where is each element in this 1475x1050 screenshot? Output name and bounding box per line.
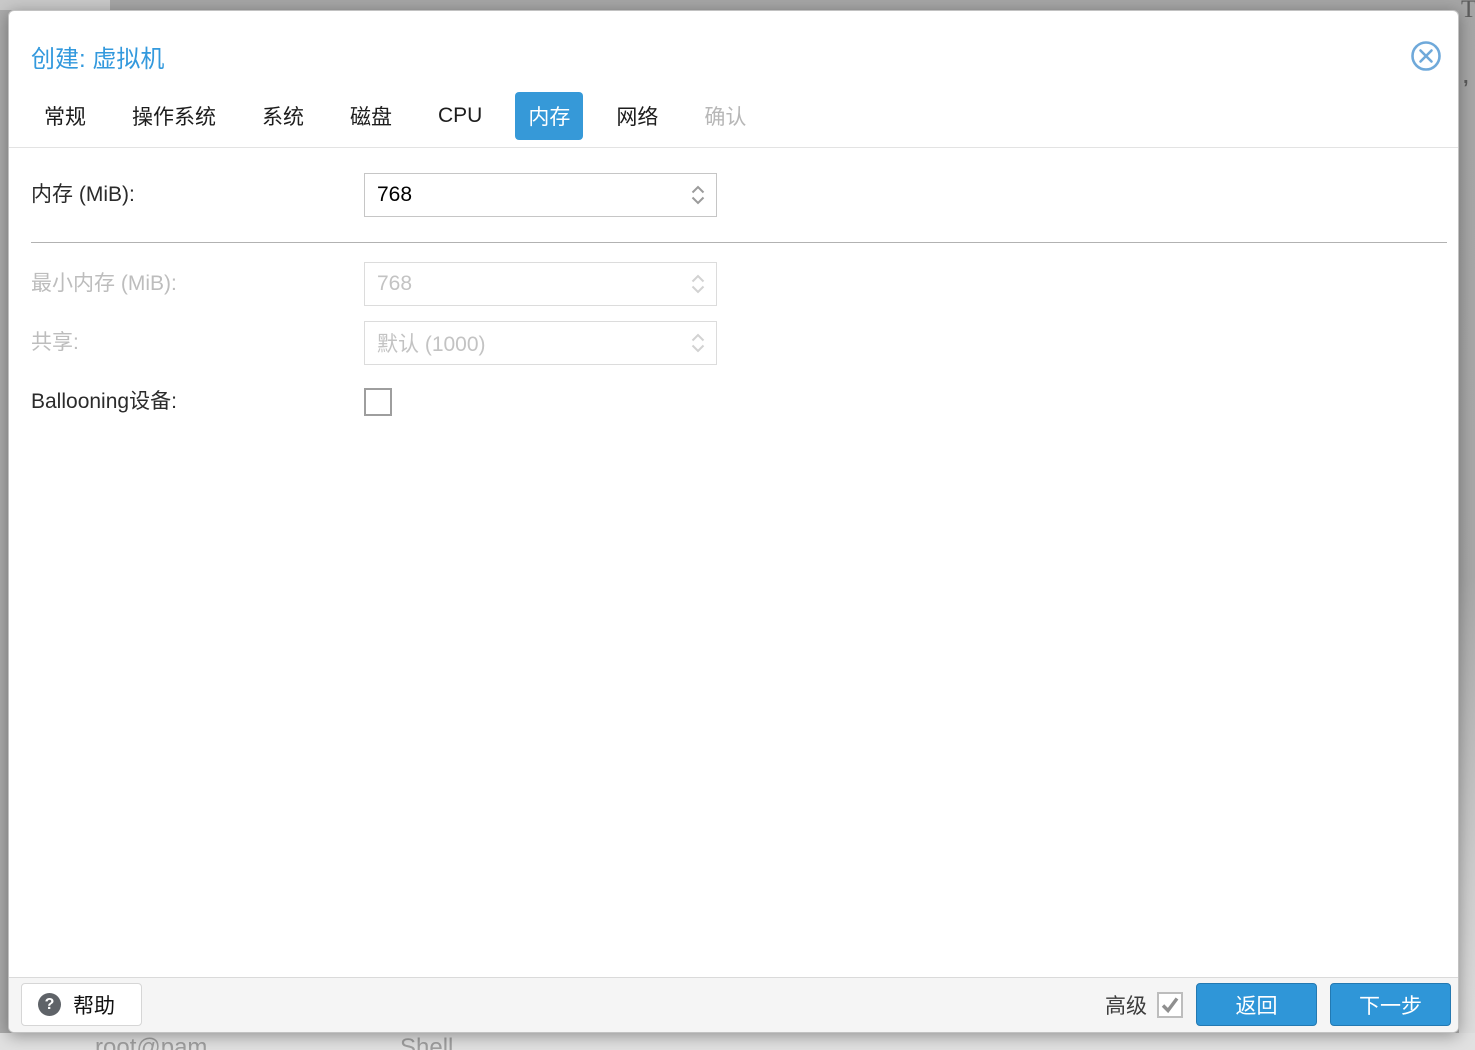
- backdrop-right-strip: [1459, 0, 1475, 1050]
- shares-input: [365, 322, 680, 364]
- memory-label: 内存 (MiB):: [31, 183, 135, 206]
- dialog-title: 创建: 虚拟机: [31, 46, 165, 73]
- shares-spinner-field: [364, 321, 717, 365]
- tab-system[interactable]: 系统: [249, 92, 317, 140]
- help-icon: ?: [38, 993, 61, 1016]
- spinner-down-icon: [691, 285, 705, 294]
- create-vm-dialog: 创建: 虚拟机 常规 操作系统 系统 磁盘 CPU 内存 网络 确认 内存 (M…: [8, 10, 1459, 1033]
- backdrop-text-fragment: ,: [1463, 66, 1469, 88]
- tab-general[interactable]: 常规: [31, 92, 99, 140]
- backdrop-shell-text: Shell: [400, 1034, 454, 1050]
- close-icon[interactable]: [1409, 39, 1443, 73]
- memory-input[interactable]: [365, 174, 680, 216]
- tab-disks[interactable]: 磁盘: [337, 92, 405, 140]
- checkmark-icon: [1161, 996, 1179, 1013]
- help-button-label: 帮助: [73, 994, 115, 1018]
- spinner-down-icon: [691, 344, 705, 353]
- memory-spinner-field: [364, 173, 717, 217]
- backdrop-username-text: root@pam: [95, 1034, 208, 1050]
- backdrop-top-strip: [0, 0, 1475, 10]
- advanced-checkbox[interactable]: [1157, 991, 1183, 1018]
- spinner-up-icon: [691, 274, 705, 283]
- ballooning-label: Ballooning设备:: [31, 390, 177, 413]
- spinner-up-icon: [691, 333, 705, 342]
- footer-actions: 高级 返回 下一步: [1105, 983, 1451, 1026]
- ballooning-checkbox[interactable]: [364, 388, 392, 416]
- backdrop-bottom-strip: root@pam Shell: [0, 1033, 1475, 1050]
- min-memory-label: 最小内存 (MiB):: [31, 272, 177, 295]
- tab-memory[interactable]: 内存: [515, 92, 584, 140]
- dialog-footer: ? 帮助 高级 返回 下一步: [9, 977, 1458, 1032]
- shares-spinner-buttons: [680, 322, 716, 364]
- min-memory-input: [365, 263, 680, 305]
- shares-label: 共享:: [31, 331, 79, 354]
- back-button[interactable]: 返回: [1196, 983, 1317, 1026]
- spinner-up-icon: [691, 185, 705, 194]
- backdrop-tab-fragment: [0, 0, 110, 10]
- spinner-down-icon: [691, 196, 705, 205]
- next-button[interactable]: 下一步: [1330, 983, 1451, 1026]
- advanced-label: 高级: [1105, 994, 1147, 1018]
- tab-cpu[interactable]: CPU: [425, 95, 495, 137]
- wizard-tabbar: 常规 操作系统 系统 磁盘 CPU 内存 网络 确认: [9, 85, 1458, 148]
- min-memory-spinner-field: [364, 262, 717, 306]
- backdrop-text-fragment: T: [1461, 0, 1475, 23]
- section-separator: [31, 242, 1447, 243]
- tab-os[interactable]: 操作系统: [119, 92, 229, 140]
- memory-spinner-buttons[interactable]: [680, 174, 716, 216]
- tab-network[interactable]: 网络: [603, 92, 671, 140]
- help-button[interactable]: ? 帮助: [21, 983, 142, 1026]
- min-memory-spinner-buttons: [680, 263, 716, 305]
- tab-confirm: 确认: [704, 106, 747, 129]
